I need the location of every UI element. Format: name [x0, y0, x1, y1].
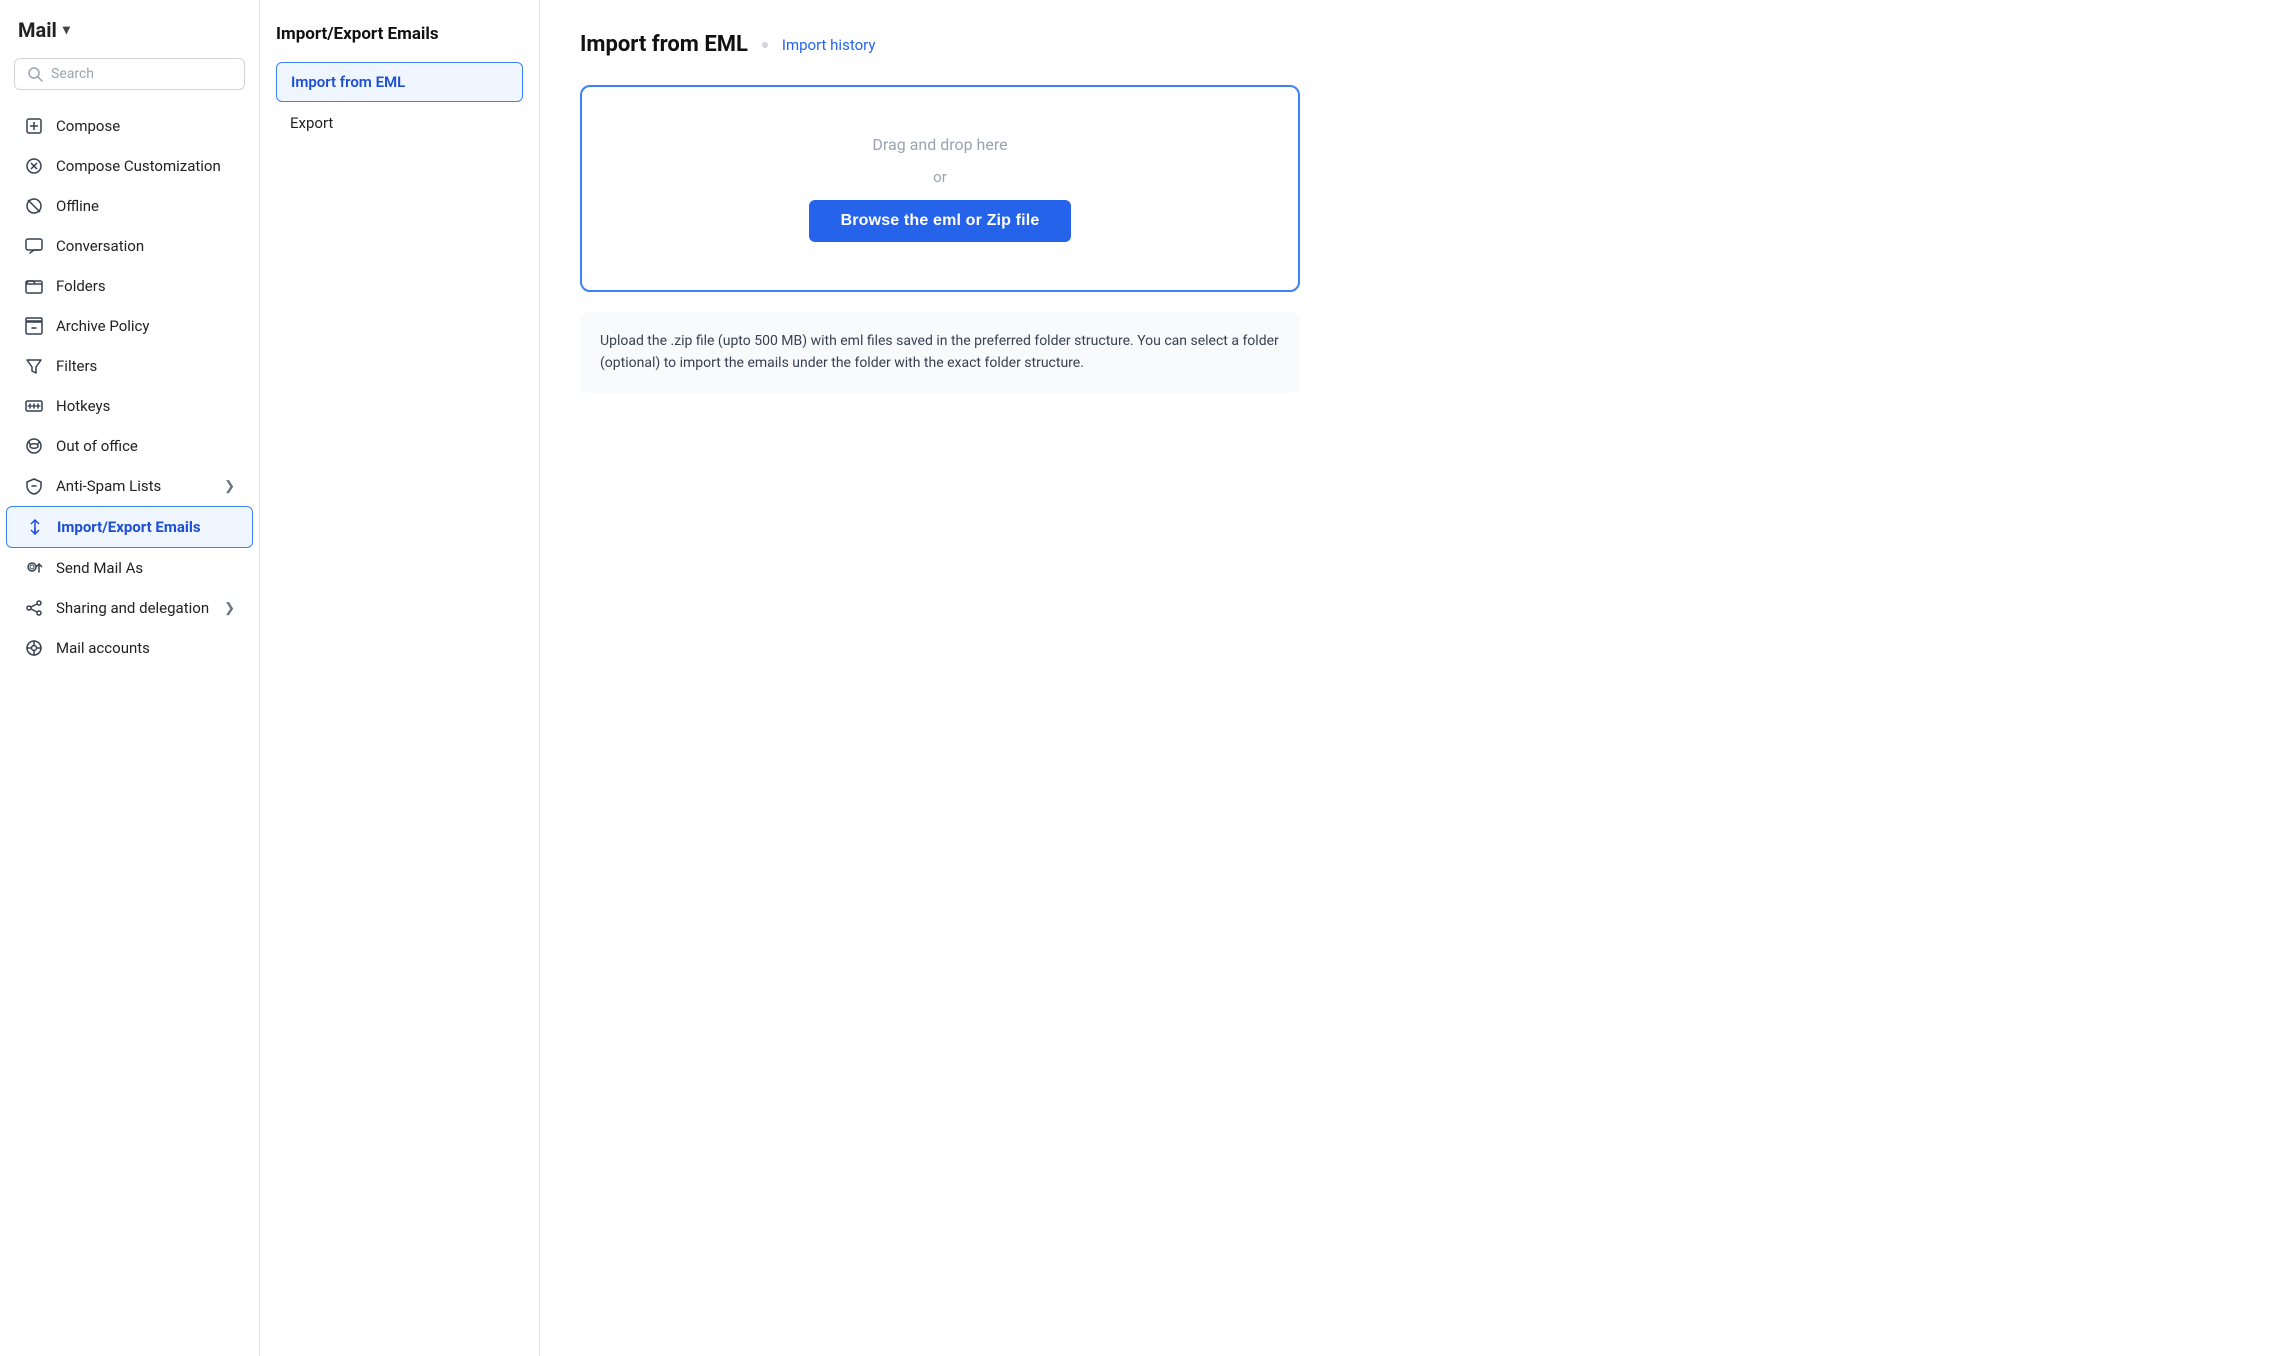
offline-icon: [24, 196, 44, 216]
sidebar-item-hotkeys[interactable]: Hotkeys: [6, 386, 253, 426]
sidebar-label-hotkeys: Hotkeys: [56, 397, 110, 415]
main-header: Import from EML Import history: [580, 32, 2252, 57]
sidebar-item-compose[interactable]: Compose: [6, 106, 253, 146]
sidebar-label-filters: Filters: [56, 357, 97, 375]
sidebar-label-sharing-delegation: Sharing and delegation: [56, 599, 209, 617]
import-export-icon: [25, 517, 45, 537]
search-placeholder: Search: [51, 66, 94, 82]
sidebar-label-mail-accounts: Mail accounts: [56, 639, 150, 657]
compose-icon: [24, 116, 44, 136]
archive-icon: [24, 316, 44, 336]
folders-icon: [24, 276, 44, 296]
browse-button[interactable]: Browse the eml or Zip file: [809, 200, 1072, 242]
sharing-icon: [24, 598, 44, 618]
out-of-office-icon: [24, 436, 44, 456]
sidebar-label-compose-customization: Compose Customization: [56, 157, 221, 175]
search-box[interactable]: Search: [14, 58, 245, 90]
app-title[interactable]: Mail ▾: [0, 18, 259, 58]
sidebar-label-folders: Folders: [56, 277, 106, 295]
sub-nav-import-eml-label: Import from EML: [291, 73, 405, 91]
sidebar-item-conversation[interactable]: Conversation: [6, 226, 253, 266]
sidebar-item-anti-spam[interactable]: Anti-Spam Lists ❯: [6, 466, 253, 506]
middle-panel: Import/Export Emails Import from EML Exp…: [260, 0, 540, 1356]
filters-icon: [24, 356, 44, 376]
import-history-link[interactable]: Import history: [782, 36, 876, 54]
mail-accounts-icon: [24, 638, 44, 658]
sidebar-label-compose: Compose: [56, 117, 120, 135]
drop-zone[interactable]: Drag and drop here or Browse the eml or …: [580, 85, 1300, 292]
anti-spam-chevron: ❯: [224, 479, 235, 494]
info-box: Upload the .zip file (upto 500 MB) with …: [580, 312, 1300, 393]
app-title-chevron: ▾: [63, 22, 70, 38]
sidebar-label-import-export: Import/Export Emails: [57, 518, 201, 536]
sidebar-item-compose-customization[interactable]: Compose Customization: [6, 146, 253, 186]
compose-custom-icon: [24, 156, 44, 176]
sidebar-item-send-mail-as[interactable]: Send Mail As: [6, 548, 253, 588]
sidebar-item-archive-policy[interactable]: Archive Policy: [6, 306, 253, 346]
main-content: Import from EML Import history Drag and …: [540, 0, 2292, 1356]
sidebar-label-conversation: Conversation: [56, 237, 144, 255]
sub-nav-import-eml[interactable]: Import from EML: [276, 62, 523, 102]
separator-dot: [762, 42, 768, 48]
send-mail-icon: [24, 558, 44, 578]
sidebar-label-anti-spam: Anti-Spam Lists: [56, 477, 161, 495]
sidebar: Mail ▾ Search Compose Compose Cust: [0, 0, 260, 1356]
info-text: Upload the .zip file (upto 500 MB) with …: [600, 330, 1280, 375]
sub-nav-export[interactable]: Export: [276, 104, 523, 142]
or-text: or: [933, 168, 947, 186]
sidebar-item-filters[interactable]: Filters: [6, 346, 253, 386]
search-icon: [27, 66, 43, 82]
sidebar-item-import-export[interactable]: Import/Export Emails: [6, 506, 253, 548]
sidebar-item-offline[interactable]: Offline: [6, 186, 253, 226]
page-title: Import from EML: [580, 32, 748, 57]
sharing-chevron: ❯: [224, 601, 235, 616]
sidebar-item-out-of-office[interactable]: Out of office: [6, 426, 253, 466]
sub-nav-export-label: Export: [290, 114, 333, 132]
sidebar-item-folders[interactable]: Folders: [6, 266, 253, 306]
drag-drop-text: Drag and drop here: [872, 135, 1007, 154]
sidebar-label-out-of-office: Out of office: [56, 437, 138, 455]
sidebar-item-sharing-delegation[interactable]: Sharing and delegation ❯: [6, 588, 253, 628]
app-title-text: Mail: [18, 18, 57, 42]
conversation-icon: [24, 236, 44, 256]
sidebar-item-mail-accounts[interactable]: Mail accounts: [6, 628, 253, 668]
sidebar-label-offline: Offline: [56, 197, 99, 215]
anti-spam-icon: [24, 476, 44, 496]
sidebar-label-send-mail-as: Send Mail As: [56, 559, 143, 577]
hotkeys-icon: [24, 396, 44, 416]
middle-panel-title: Import/Export Emails: [276, 24, 523, 44]
sidebar-label-archive-policy: Archive Policy: [56, 317, 150, 335]
